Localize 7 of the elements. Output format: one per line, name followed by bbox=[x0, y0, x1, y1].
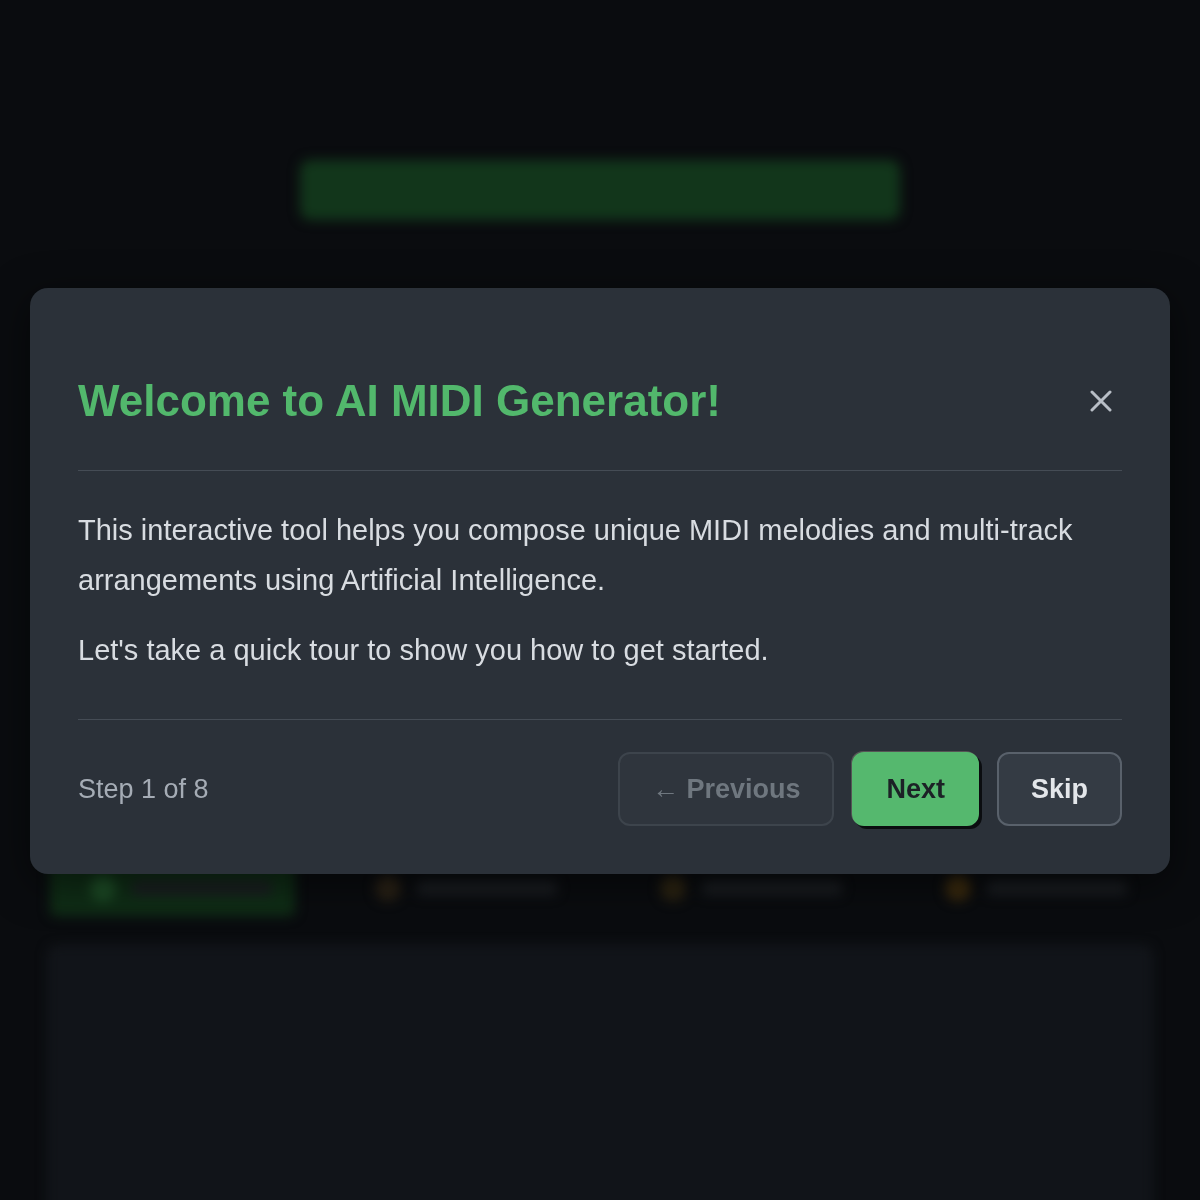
body-text: Let's take a quick tour to show you how to get started. bbox=[78, 633, 770, 668]
body-text: This interactive tool helps you compose unique MIDI melodies and multi-track arrangements using Artificial Intelligence. bbox=[78, 513, 1074, 598]
step-counter: Step 1 of 8 bbox=[78, 773, 209, 805]
outline-button[interactable]: Skip bbox=[996, 752, 1122, 826]
close-icon bbox=[1090, 390, 1112, 412]
dialog-title: Welcome to AI MIDI Generator! bbox=[78, 376, 721, 426]
primary-button[interactable]: Next bbox=[852, 752, 979, 826]
